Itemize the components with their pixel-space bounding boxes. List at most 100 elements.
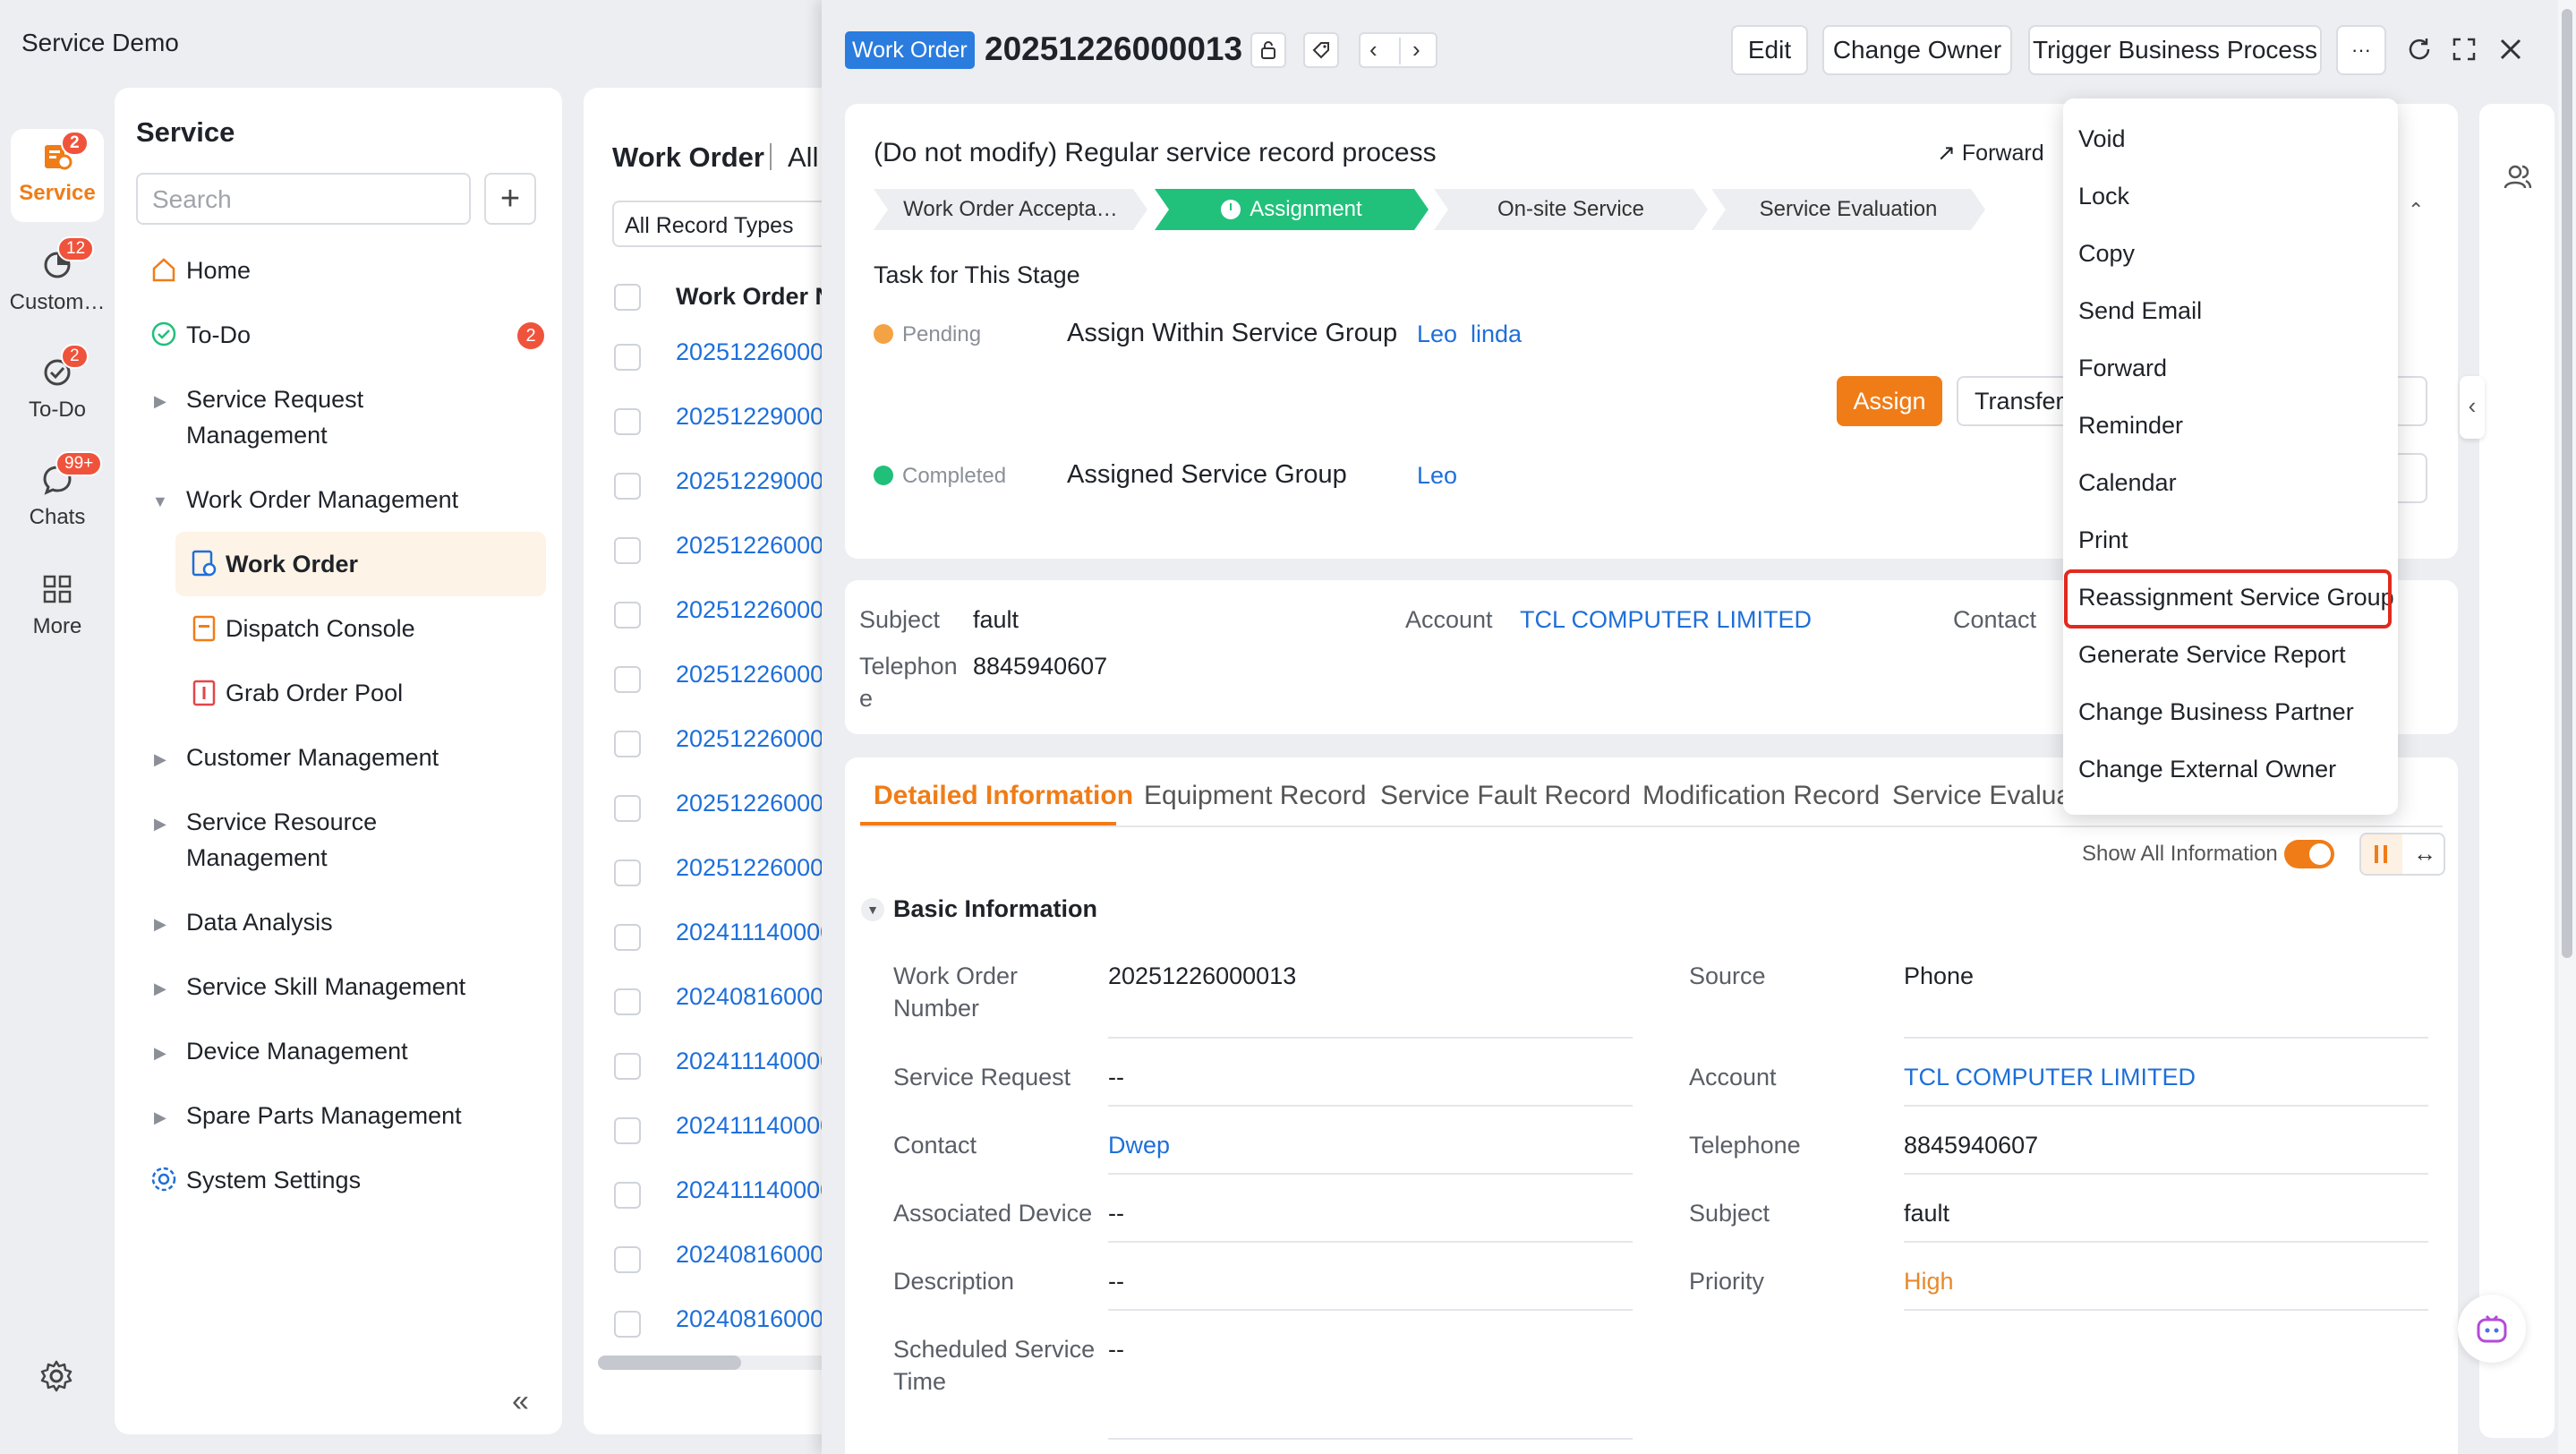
sidebar-item-work-order[interactable]: Work Order [175,532,546,596]
row-checkbox[interactable] [614,473,641,500]
work-order-row-link[interactable]: 202411140000 [676,1176,833,1204]
menu-item-copy[interactable]: Copy [2078,240,2135,268]
row-checkbox[interactable] [614,1246,641,1273]
sidebar-item-dispatch-console[interactable]: Dispatch Console [192,611,415,646]
row-checkbox[interactable] [614,731,641,757]
contacts-icon[interactable] [2503,161,2533,198]
tab-service-fault-record[interactable]: Service Fault Record [1380,781,1631,811]
task-user-link[interactable]: Leo [1417,462,1457,490]
work-order-row-link[interactable]: 202512260000 [676,725,837,753]
add-button[interactable]: + [484,173,536,225]
work-order-row-link[interactable]: 202512260000 [676,338,837,366]
search-input[interactable]: Search [136,173,471,225]
fullscreen-icon[interactable] [2451,36,2478,69]
work-order-row-link[interactable]: 202512260000 [676,532,837,560]
tab-equipment-record[interactable]: Equipment Record [1144,781,1366,811]
row-checkbox[interactable] [614,1182,641,1209]
menu-item-reminder[interactable]: Reminder [2078,412,2183,440]
sidebar-item-service-resource[interactable]: ▶ Service Resource Management [150,804,377,876]
menu-item-lock[interactable]: Lock [2078,183,2129,210]
sidebar-item-device-management[interactable]: ▶ Device Management [150,1033,408,1069]
sidebar-item-customer-management[interactable]: ▶ Customer Management [150,740,439,775]
row-checkbox[interactable] [614,537,641,564]
section-collapse-icon[interactable]: ▼ [861,898,884,921]
transfer-button[interactable]: Transfer [1957,376,2071,426]
expand-side-panel-icon[interactable]: ‹ [2460,376,2485,439]
menu-item-send-email[interactable]: Send Email [2078,297,2202,325]
list-view-select[interactable]: All [788,141,818,174]
account-link[interactable]: TCL COMPUTER LIMITED [1520,603,1812,636]
row-checkbox[interactable] [614,408,641,435]
sidebar-item-grab-order-pool[interactable]: Grab Order Pool [192,675,403,711]
tag-icon[interactable] [1303,32,1339,68]
settings-gear-icon[interactable] [39,1359,73,1399]
row-checkbox[interactable] [614,1053,641,1080]
row-checkbox[interactable] [614,1311,641,1338]
two-column-icon[interactable] [2361,834,2402,874]
work-order-row-link[interactable]: 202411140000 [676,1048,833,1075]
rail-item-chats[interactable]: 99+ Chats [0,451,115,530]
work-order-row-link[interactable]: 202512260000 [676,854,837,882]
sidebar-item-service-skill[interactable]: ▶ Service Skill Management [150,969,465,1005]
more-actions-button[interactable]: ··· [2336,25,2386,75]
assistant-bot-icon[interactable] [2458,1295,2526,1363]
work-order-row-link[interactable]: 202408160000 [676,983,837,1011]
task-user-link[interactable]: linda [1471,321,1522,348]
close-icon[interactable] [2497,36,2524,69]
menu-item-change-external-owner[interactable]: Change External Owner [2078,756,2336,783]
row-checkbox[interactable] [614,602,641,629]
work-order-row-link[interactable]: 202411140000 [676,1112,833,1140]
work-order-row-link[interactable]: 202512260000 [676,661,837,689]
sidebar-item-service-request[interactable]: ▶ Service Request Management [150,381,363,453]
row-checkbox[interactable] [614,344,641,371]
sidebar-item-spare-parts[interactable]: ▶ Spare Parts Management [150,1098,462,1133]
tab-service-evaluation[interactable]: Service Evalua [1892,781,2066,811]
stage-evaluation[interactable]: Service Evaluation [1711,189,1985,230]
row-checkbox[interactable] [614,924,641,951]
expand-width-icon[interactable]: ↔ [2413,840,2436,868]
contact-link[interactable]: Dwep [1108,1129,1170,1161]
row-checkbox[interactable] [614,1117,641,1144]
menu-item-change-business-partner[interactable]: Change Business Partner [2078,698,2354,726]
horizontal-scrollbar[interactable] [598,1356,840,1370]
sidebar-item-work-order-management[interactable]: ▼ Work Order Management [150,482,458,517]
edit-button[interactable]: Edit [1731,25,1808,75]
row-checkbox[interactable] [614,988,641,1015]
next-record-icon[interactable]: › [1412,36,1420,64]
tab-modification-record[interactable]: Modification Record [1642,781,1880,811]
row-checkbox[interactable] [614,860,641,886]
work-order-row-link[interactable]: 202512260000 [676,790,837,817]
work-order-row-link[interactable]: 202512260000 [676,596,837,624]
trigger-business-process-button[interactable]: Trigger Business Process [2028,25,2322,75]
collapse-up-icon[interactable]: ⌃ [2408,199,2424,222]
row-checkbox[interactable] [614,795,641,822]
menu-item-print[interactable]: Print [2078,526,2128,554]
sidebar-item-todo[interactable]: To-Do 2 [150,317,544,353]
account-link[interactable]: TCL COMPUTER LIMITED [1904,1061,2196,1093]
work-order-row-link[interactable]: 202512290000 [676,403,837,431]
rail-item-service[interactable]: 2 Service [0,129,115,222]
row-checkbox[interactable] [614,666,641,693]
stage-onsite[interactable]: On-site Service [1434,189,1708,230]
rail-item-more[interactable]: More [0,569,115,639]
sidebar-item-home[interactable]: Home [150,252,251,288]
show-all-toggle[interactable] [2284,840,2334,868]
assign-button[interactable]: Assign [1837,376,1942,426]
stage-accepted[interactable]: Work Order Accepta… [874,189,1147,230]
tab-detailed-information[interactable]: Detailed Information [874,781,1133,811]
menu-item-calendar[interactable]: Calendar [2078,469,2177,497]
select-all-checkbox[interactable] [614,284,641,311]
refresh-icon[interactable] [2406,36,2433,69]
forward-link[interactable]: ↗ Forward [1937,140,2044,167]
rail-item-customer[interactable]: 12 Custom… [0,236,115,315]
menu-item-forward[interactable]: Forward [2078,355,2167,382]
change-owner-button[interactable]: Change Owner [1822,25,2012,75]
task-user-link[interactable]: Leo [1417,321,1457,348]
column-header[interactable]: Work Order N [676,283,832,311]
lock-icon[interactable] [1250,32,1286,68]
work-order-row-link[interactable]: 202512290000 [676,467,837,495]
work-order-row-link[interactable]: 202411140000 [676,919,833,946]
record-type-select[interactable]: All Record Types [612,201,845,247]
menu-item-generate-service-report[interactable]: Generate Service Report [2078,641,2346,669]
sidebar-item-system-settings[interactable]: System Settings [150,1162,361,1198]
